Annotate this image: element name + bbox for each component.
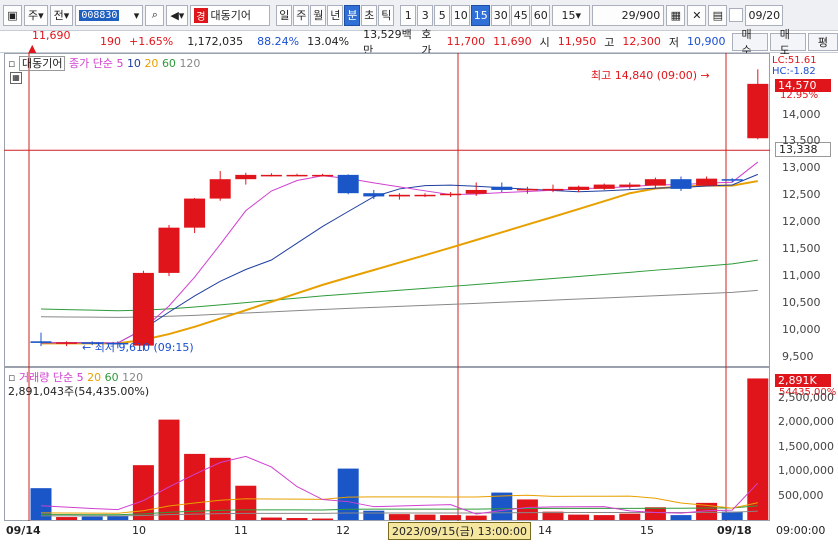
volume-bar-1 [56,517,78,520]
x-start-label: 09/14 [6,524,41,537]
volume-bar-12 [337,468,359,520]
ma5-legend: 5 [116,57,124,70]
volume-text: 2,891,043주(54,435.00%) [8,385,150,398]
volume-bar-3 [107,516,129,520]
candle-16 [440,193,462,196]
candle-17 [465,189,487,194]
candle-6 [184,198,206,228]
candle-4 [132,272,154,346]
price-y-tick: 10,500 [782,296,821,310]
panel-icon: ▫ [8,57,16,70]
candle-23 [619,184,641,187]
price-y-tick: 12,000 [782,215,821,229]
volume-bar-25 [670,515,692,520]
x-tick: 15 [640,524,654,537]
x-end-label: 09/18 [717,524,752,537]
candle-12 [337,174,359,194]
candle-10 [286,174,308,177]
volume-bar-6 [184,453,206,520]
volume-bar-8 [235,485,257,520]
candle-20 [542,188,564,191]
ma10-legend: 10 [126,57,141,70]
low-annotation: ← 최저 9,610 (09:15) [82,341,194,354]
volume-bar-17 [465,515,487,520]
volume-bar-10 [286,518,308,520]
low-note: 최저 9,610 (09:15) [94,341,194,354]
price-y-tick: 9,500 [782,349,814,363]
candle-13 [363,193,385,197]
x-tick: 12 [336,524,350,537]
candle-21 [568,186,590,190]
volume-bar-0 [30,488,52,520]
volume-bar-9 [260,517,282,520]
price-y-tick: 11,000 [782,269,821,283]
lc-label: LC:51.61 [772,55,817,66]
price-y-tick: 13,500 [782,134,821,148]
volume-bar-15 [414,514,436,520]
price-y-tick: 11,500 [782,242,821,256]
candle-19 [516,188,538,191]
candle-26 [696,178,718,186]
ma60-legend: 60 [161,57,176,70]
candle-18 [491,186,513,190]
chart-svg[interactable] [0,0,838,545]
candle-24 [644,179,666,186]
price-panel-header: ▫ 대동기어 종가 단순 5 10 20 60 120 [8,55,200,71]
high-note: 최고 14,840 (09:00) [591,69,698,82]
candle-28 [747,83,769,139]
candle-25 [670,179,692,189]
price-y-tick: 14,000 [782,107,821,121]
candle-14 [388,194,410,197]
candle-0 [30,341,52,343]
volume-bar-27 [721,511,743,520]
volume-y-tick: 1,000,000 [778,464,834,478]
volume-bar-14 [388,514,410,520]
volume-bar-28 [747,378,769,520]
volume-bar-19 [516,499,538,520]
volume-bar-23 [619,513,641,520]
volume-bar-13 [363,510,385,520]
volume-y-tick: 500,000 [778,488,824,502]
cursor-time-right: 09:00:00 [776,524,826,537]
volume-bar-2 [81,516,103,520]
ma20-legend: 20 [144,57,159,70]
volume-bar-21 [568,514,590,520]
volume-y-tick: 1,500,000 [778,439,834,453]
x-tick: 11 [234,524,248,537]
volume-bar-11 [312,518,334,520]
candle-7 [209,179,231,199]
price-y-tick: 12,500 [782,188,821,202]
high-annotation: 최고 14,840 (09:00) → [591,69,710,82]
grid-toggle-icon[interactable]: ▦ [10,72,22,84]
x-tick: 14 [538,524,552,537]
candle-11 [312,174,334,177]
price-legend-prefix: 종가 단순 [68,57,113,70]
volume-y-tick: 2,500,000 [778,390,834,404]
price-y-tick: 10,000 [782,322,821,336]
candle-9 [260,174,282,177]
volume-y-tick: 2,000,000 [778,415,834,429]
x-tick: 10 [132,524,146,537]
cursor-time-label: 2023/09/15(금) 13:00:00 [388,522,532,540]
hc-label: HC:-1.82 [772,66,816,77]
volume-bar-22 [593,515,615,520]
candle-22 [593,184,615,189]
ma120-legend: 120 [179,57,201,70]
price-panel-name: 대동기어 [18,56,66,71]
last-volume-tag: 2,891K [775,374,831,387]
volume-bar-24 [644,507,666,520]
candle-8 [235,174,257,180]
candle-15 [414,194,436,197]
price-y-tick: 13,000 [782,161,821,175]
candle-1 [56,342,78,344]
last-price-tag: 14,570 [775,79,831,92]
candle-5 [158,227,180,273]
candle-27 [721,179,743,181]
volume-bar-16 [440,515,462,520]
